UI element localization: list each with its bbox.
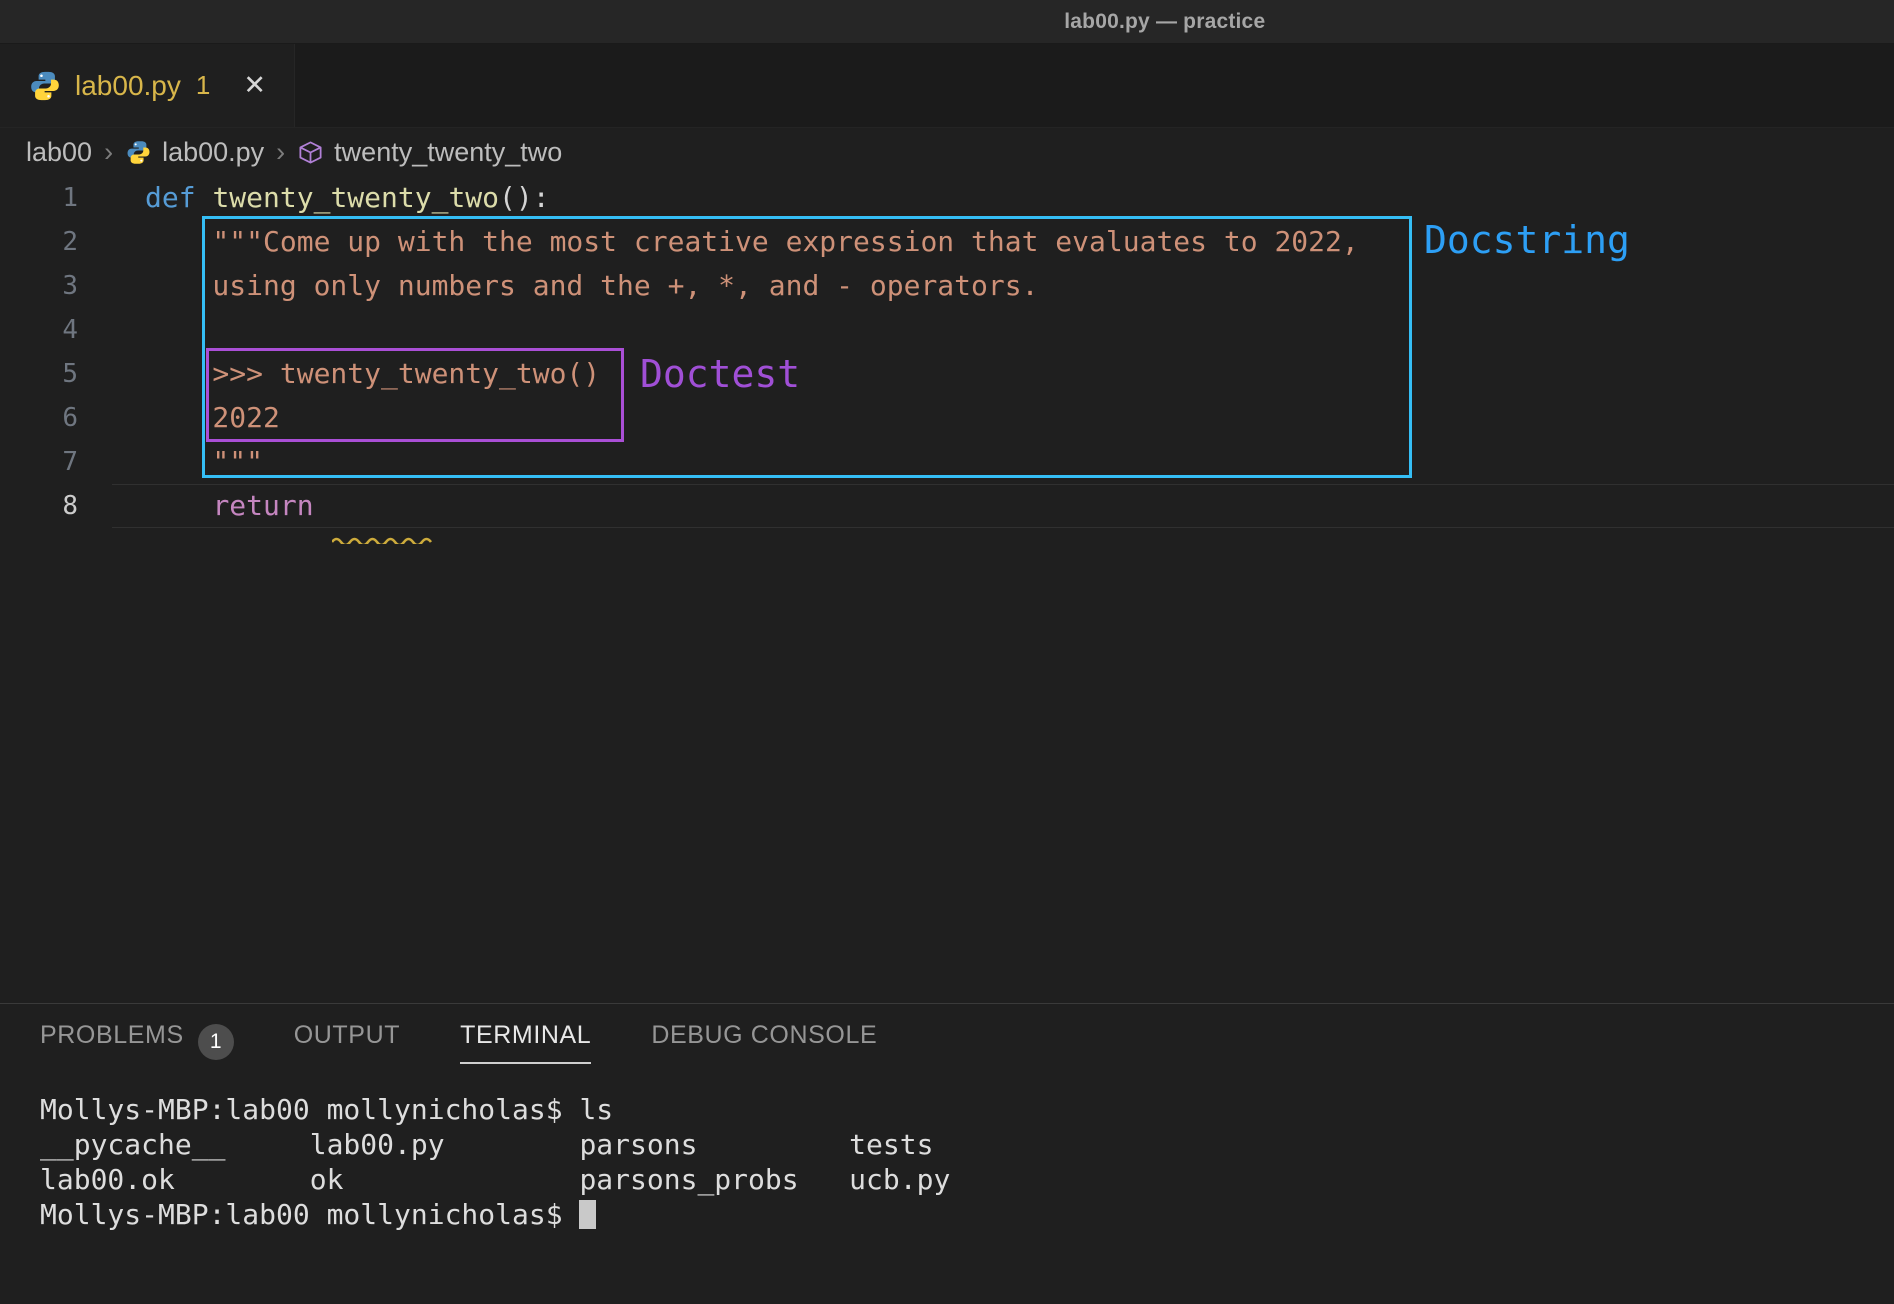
warning-squiggle xyxy=(332,518,434,551)
line-number: 3 xyxy=(0,264,78,308)
terminal-cursor xyxy=(579,1200,596,1229)
line-number: 5 xyxy=(0,352,78,396)
line-number: 7 xyxy=(0,440,78,484)
bottom-panel: PROBLEMS 1 OUTPUT TERMINAL DEBUG CONSOLE… xyxy=(0,1003,1894,1304)
terminal-prompt: Mollys-MBP:lab00 mollynicholas$ xyxy=(40,1198,579,1231)
debug-console-label: DEBUG CONSOLE xyxy=(651,1021,877,1064)
keyword-return: return xyxy=(212,489,313,522)
docstring-text: using only numbers and the +, *, and - o… xyxy=(145,264,1038,308)
tab-dirty-count: 1 xyxy=(196,70,210,101)
code-line[interactable]: 7 """ xyxy=(0,440,1894,484)
function-name: twenty_twenty_two xyxy=(212,181,499,214)
code-line[interactable]: 1 def twenty_twenty_two(): xyxy=(0,176,1894,220)
terminal-line: lab00.ok ok parsons_probs ucb.py xyxy=(40,1162,1874,1197)
doctest-expected-output: 2022 xyxy=(145,396,280,440)
line-number: 8 xyxy=(0,484,78,528)
terminal-label: TERMINAL xyxy=(460,1021,591,1064)
line-number: 6 xyxy=(0,396,78,440)
line-number: 1 xyxy=(0,176,78,220)
breadcrumb: lab00 › lab00.py › twenty_twenty_two xyxy=(0,128,1894,176)
punctuation: (): xyxy=(499,181,550,214)
code-line[interactable]: 4 xyxy=(0,308,1894,352)
code-line[interactable]: 6 2022 xyxy=(0,396,1894,440)
terminal-output[interactable]: Mollys-MBP:lab00 mollynicholas$ ls __pyc… xyxy=(40,1092,1874,1304)
python-icon xyxy=(125,139,152,166)
docstring-close: """ xyxy=(145,440,263,484)
code-editor[interactable]: 1 def twenty_twenty_two(): 2 """Come up … xyxy=(0,176,1894,656)
breadcrumb-symbol[interactable]: twenty_twenty_two xyxy=(334,137,562,168)
tab-lab00[interactable]: lab00.py 1 ✕ xyxy=(0,44,295,127)
chevron-right-icon: › xyxy=(104,137,113,168)
chevron-right-icon: › xyxy=(276,137,285,168)
code-line[interactable]: 2 """Come up with the most creative expr… xyxy=(0,220,1894,264)
output-label: OUTPUT xyxy=(294,1021,400,1064)
line-number: 4 xyxy=(0,308,78,352)
breadcrumb-folder[interactable]: lab00 xyxy=(26,137,92,168)
tab-debug-console[interactable]: DEBUG CONSOLE xyxy=(651,1021,877,1064)
doctest-prompt-line: >>> twenty_twenty_two() xyxy=(145,352,600,396)
problems-label: PROBLEMS xyxy=(40,1021,184,1064)
tab-output[interactable]: OUTPUT xyxy=(294,1021,400,1064)
code-line[interactable]: 3 using only numbers and the +, *, and -… xyxy=(0,264,1894,308)
code-line[interactable]: 5 >>> twenty_twenty_two() xyxy=(0,352,1894,396)
terminal-line: Mollys-MBP:lab00 mollynicholas$ ls xyxy=(40,1092,1874,1127)
panel-tab-bar: PROBLEMS 1 OUTPUT TERMINAL DEBUG CONSOLE xyxy=(0,1004,1894,1080)
python-icon xyxy=(28,69,62,103)
vscode-window: lab00.py — practice lab00.py 1 ✕ lab00 › xyxy=(0,0,1894,1304)
terminal-line: __pycache__ lab00.py parsons tests xyxy=(40,1127,1874,1162)
problems-count-badge: 1 xyxy=(198,1024,234,1060)
code-line[interactable]: 8 return xyxy=(0,484,1894,528)
indent xyxy=(145,489,212,522)
keyword-def: def xyxy=(145,181,212,214)
titlebar: lab00.py — practice xyxy=(0,0,1894,44)
symbol-cube-icon xyxy=(297,139,324,166)
tab-terminal[interactable]: TERMINAL xyxy=(460,1021,591,1064)
terminal-prompt-line: Mollys-MBP:lab00 mollynicholas$ xyxy=(40,1197,1874,1232)
line-number: 2 xyxy=(0,220,78,264)
tab-problems[interactable]: PROBLEMS 1 xyxy=(40,1021,234,1064)
tab-bar: lab00.py 1 ✕ xyxy=(0,44,1894,128)
breadcrumb-file[interactable]: lab00.py xyxy=(162,137,264,168)
close-icon[interactable]: ✕ xyxy=(243,70,266,101)
docstring-text: """Come up with the most creative expres… xyxy=(145,220,1359,264)
tab-label: lab00.py xyxy=(75,70,181,102)
window-title: lab00.py — practice xyxy=(1064,10,1265,34)
